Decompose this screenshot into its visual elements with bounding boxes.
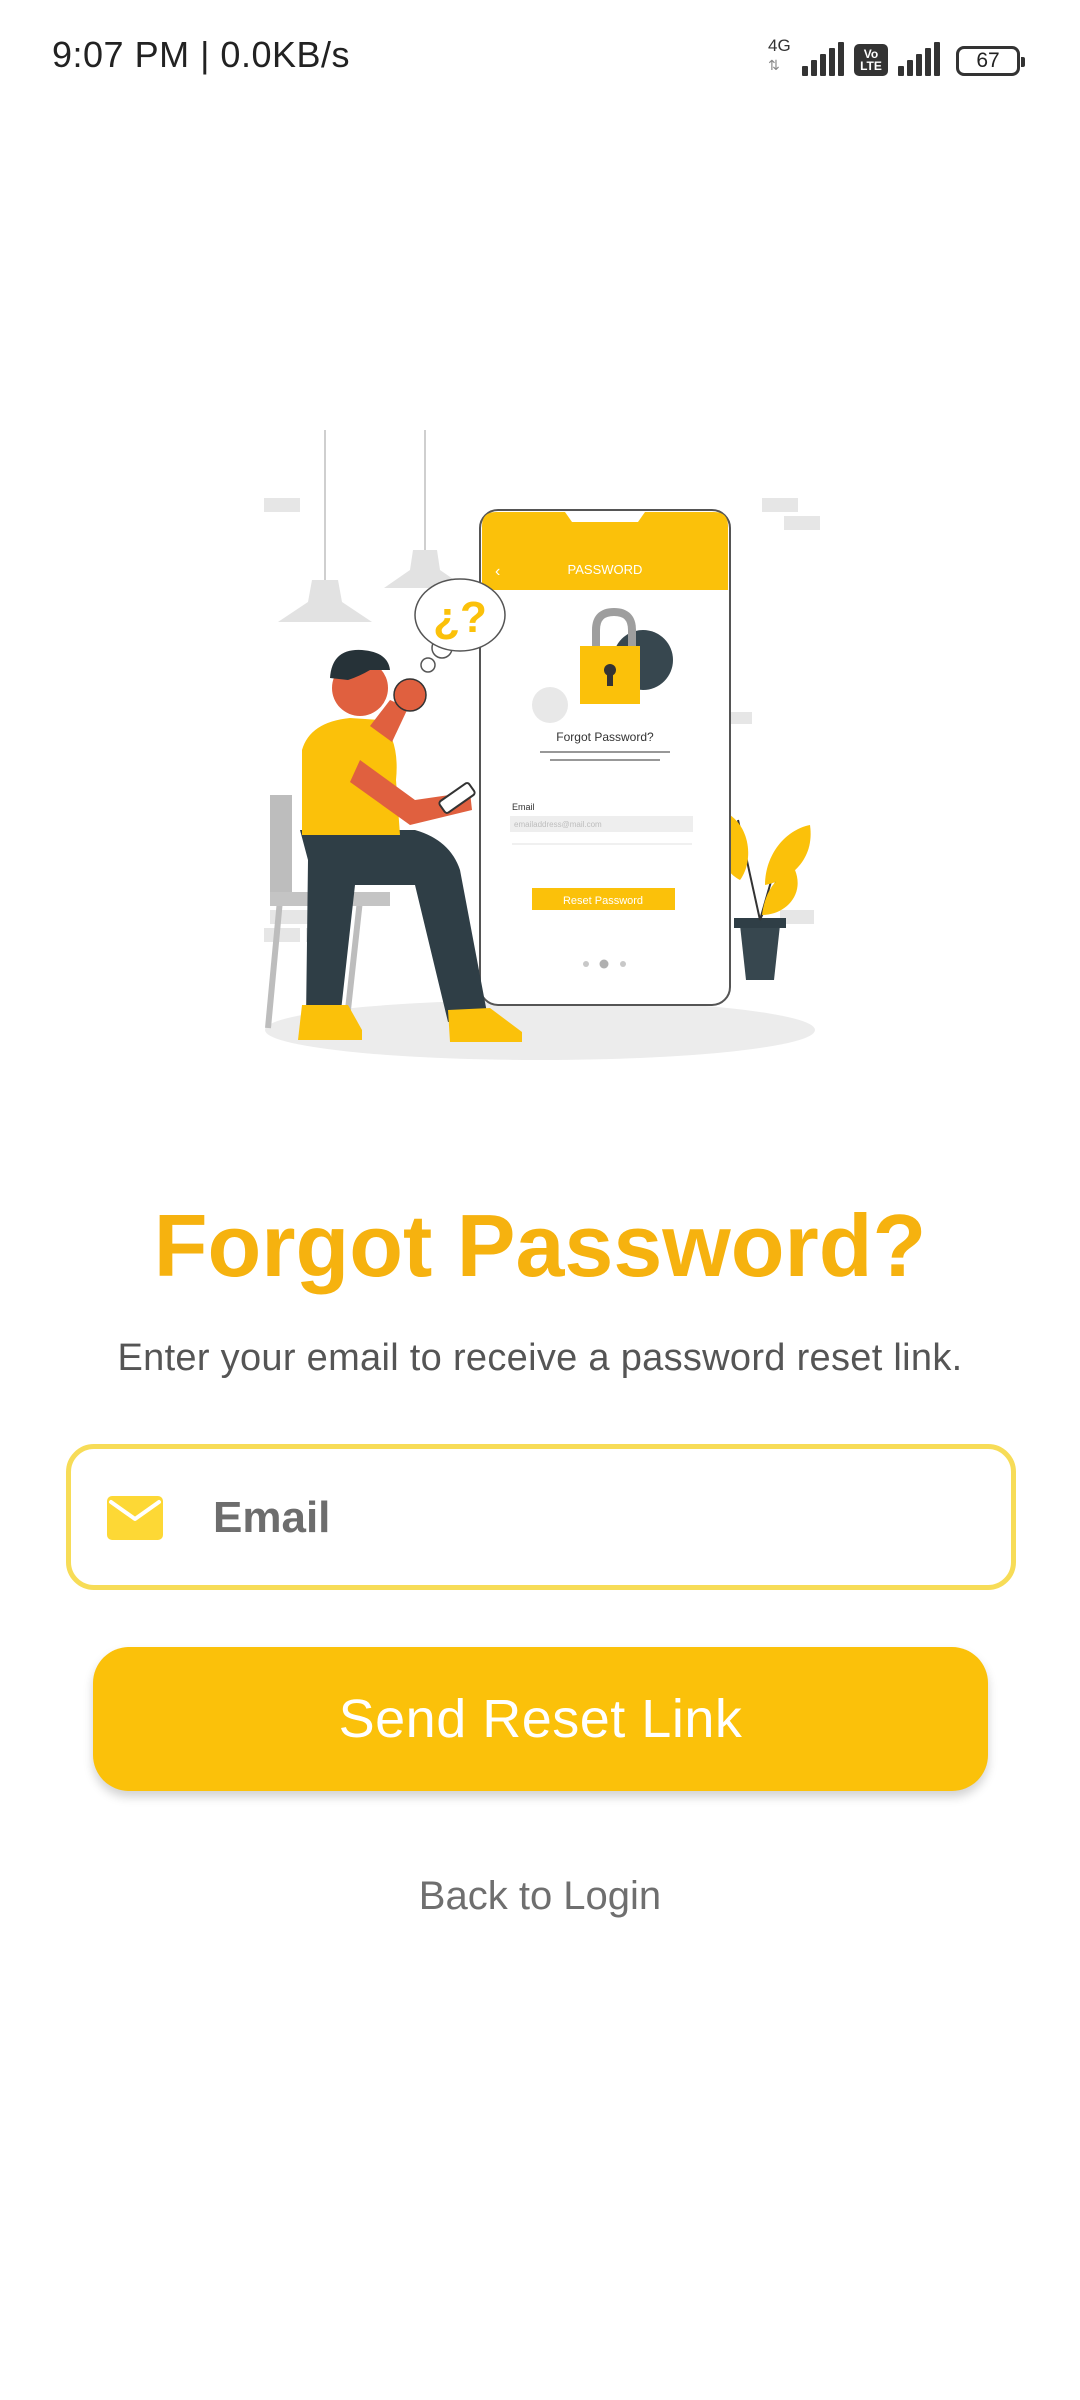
thought-bubble-text: ¿? (433, 593, 487, 642)
mail-icon (107, 1496, 163, 1540)
network-type-label: 4G (768, 36, 791, 55)
phone-screen-button: Reset Password (563, 895, 643, 907)
page-subtitle: Enter your email to receive a password r… (117, 1337, 963, 1379)
signal-1-icon (802, 42, 844, 76)
volte-icon: Vo LTE (854, 44, 888, 76)
phone-screen-email-placeholder: emailaddress@mail.com (514, 820, 602, 829)
send-reset-link-button[interactable]: Send Reset Link (93, 1647, 988, 1791)
email-input[interactable] (211, 1477, 975, 1559)
battery-icon: 67 (956, 46, 1025, 76)
volte-bottom-label: LTE (860, 59, 882, 73)
status-icons: 4G ⇅ Vo LTE 67 (766, 36, 1025, 76)
battery-level: 67 (976, 49, 1000, 72)
status-bar: 9:07 PM | 0.0KB/s 4G ⇅ Vo LTE 67 (0, 0, 1080, 118)
phone-screen-email-label: Email (512, 802, 535, 812)
network-type: 4G ⇅ (766, 36, 792, 76)
email-field[interactable] (66, 1444, 1016, 1590)
phone-screen-header: PASSWORD (568, 562, 643, 577)
forgot-password-illustration: PASSWORD ‹ Forgot Password? Email emaila… (264, 430, 820, 1060)
back-to-login-link[interactable]: Back to Login (0, 1874, 1080, 1919)
phone-screen-title: Forgot Password? (556, 730, 654, 744)
status-time-speed: 9:07 PM | 0.0KB/s (52, 34, 350, 75)
svg-text:‹: ‹ (495, 563, 500, 580)
data-arrows-icon: ⇅ (768, 57, 780, 73)
signal-2-icon (898, 42, 940, 76)
page-title: Forgot Password? (153, 1196, 927, 1295)
